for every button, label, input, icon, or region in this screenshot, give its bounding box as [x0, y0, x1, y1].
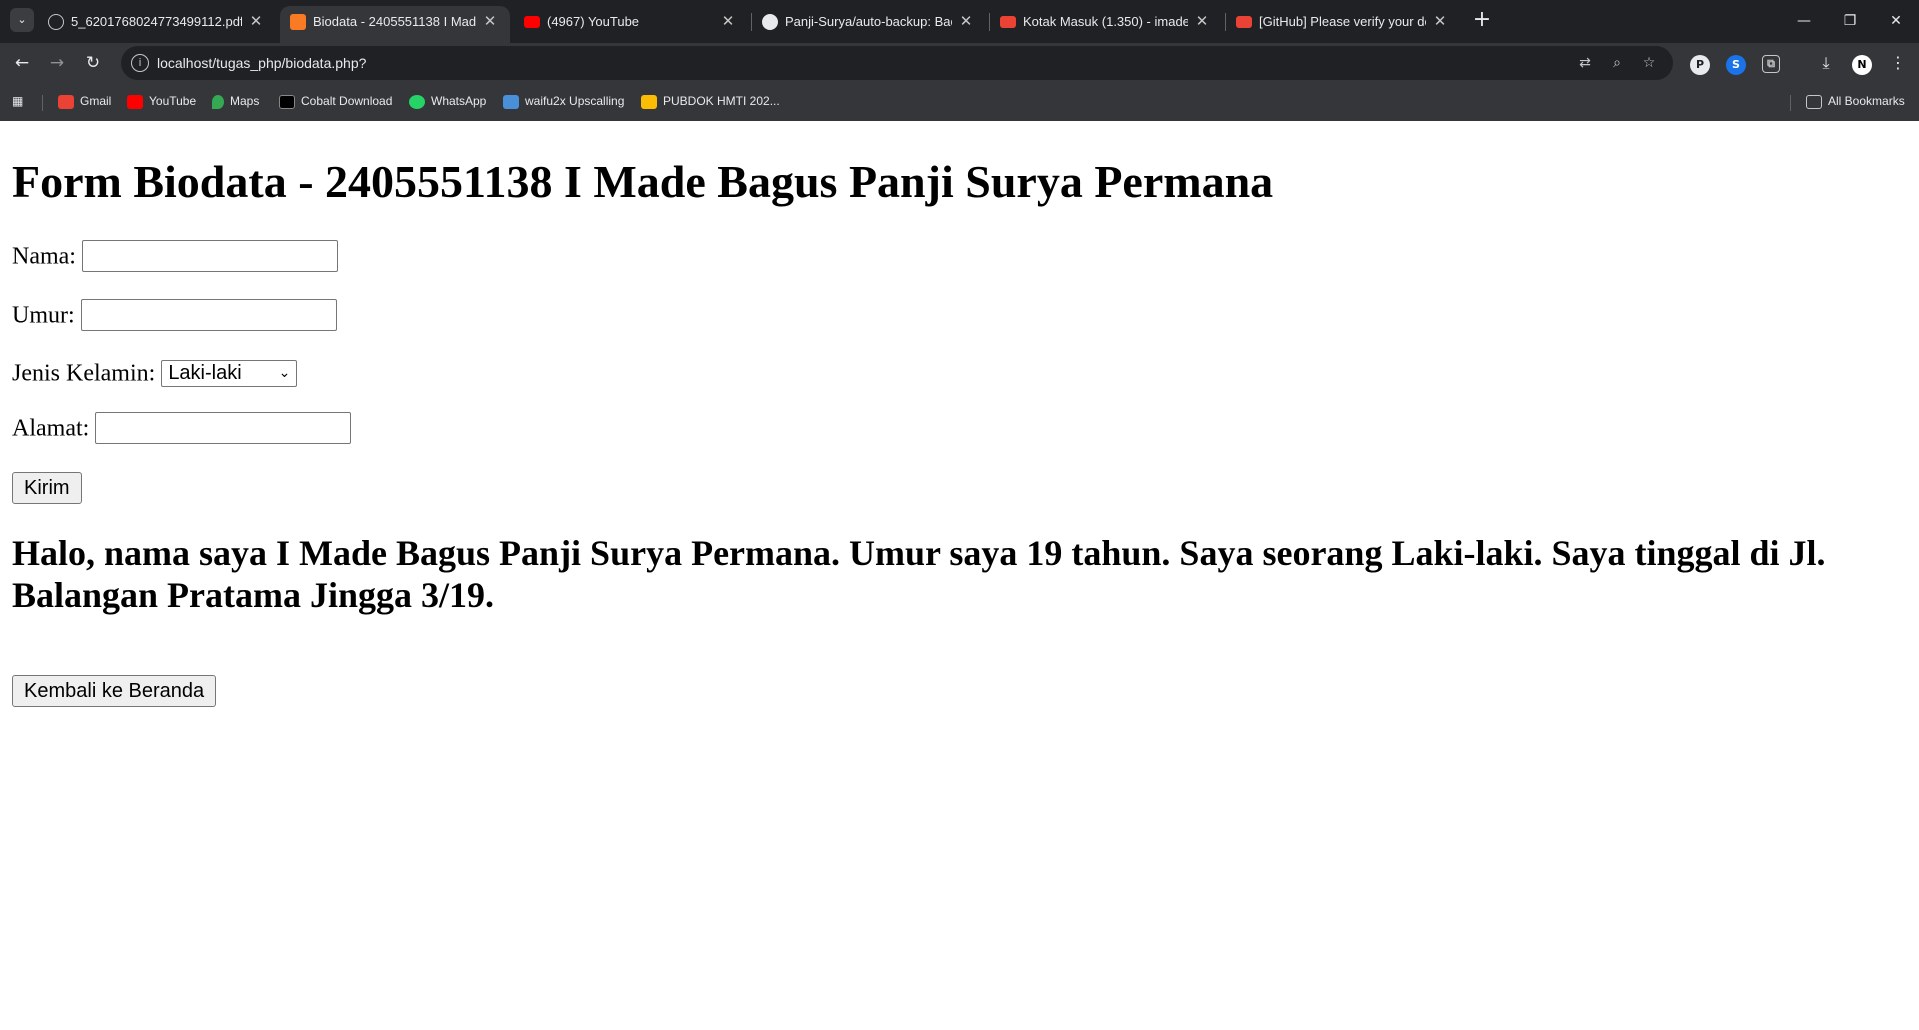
umur-row: Umur:: [12, 299, 337, 332]
tab-pdf[interactable]: 5_6201768024773499112.pdf ✕: [38, 6, 276, 43]
gmail-icon: [1000, 16, 1016, 28]
whatsapp-icon: [409, 94, 425, 109]
close-icon[interactable]: ✕: [956, 12, 976, 32]
browser-chrome: ⌄ 5_6201768024773499112.pdf ✕ Biodata - …: [0, 0, 1919, 121]
forward-icon[interactable]: →: [43, 49, 71, 77]
bookmark-pubdok[interactable]: PUBDOK HMTI 202...: [641, 91, 780, 111]
translate-icon[interactable]: ⇄: [1576, 54, 1594, 72]
tab-biodata[interactable]: Biodata - 2405551138 I Made B ✕: [280, 6, 510, 43]
folder-icon: [1806, 94, 1822, 109]
window-close-icon[interactable]: ✕: [1876, 8, 1916, 34]
bookmark-maps[interactable]: Maps: [212, 91, 259, 111]
gmail-icon: [1236, 16, 1252, 28]
reload-icon[interactable]: ↻: [79, 49, 107, 77]
alamat-row: Alamat:: [12, 412, 352, 445]
site-info-icon[interactable]: i: [131, 54, 149, 72]
extensions-icon[interactable]: ⧉: [1762, 55, 1780, 73]
new-tab-button[interactable]: +: [1469, 8, 1495, 34]
close-icon[interactable]: ✕: [1430, 12, 1450, 32]
tab-title: 5_6201768024773499112.pdf: [71, 14, 242, 29]
bookmark-label: Cobalt Download: [301, 94, 393, 108]
waifu2x-icon: [503, 94, 519, 109]
tab-github[interactable]: Panji-Surya/auto-backup: Back ✕: [752, 6, 986, 43]
bookmark-label: Maps: [230, 94, 260, 108]
page-title: Form Biodata - 2405551138 I Made Bagus P…: [12, 156, 1274, 207]
menu-icon[interactable]: ⋮: [1884, 49, 1912, 77]
bookmark-label: PUBDOK HMTI 202...: [663, 94, 780, 108]
result-message: Halo, nama saya I Made Bagus Panji Surya…: [12, 533, 1826, 615]
profile-avatar[interactable]: N: [1852, 55, 1872, 75]
youtube-icon: [524, 16, 540, 28]
bookmark-star-icon[interactable]: ☆: [1640, 54, 1658, 72]
close-icon[interactable]: ✕: [718, 12, 738, 32]
toolbar: ← → ↻ i localhost/tugas_php/biodata.php?…: [0, 43, 1919, 83]
maps-icon: [212, 94, 224, 109]
bookmarks-bar: ▦ Gmail YouTube Maps Cobalt Download Wha…: [0, 85, 1919, 115]
back-icon[interactable]: ←: [8, 49, 36, 77]
close-icon[interactable]: ✕: [246, 12, 266, 32]
jenis-kelamin-row: Jenis Kelamin: Laki-laki ⌄: [12, 357, 298, 388]
gmail-icon: [58, 94, 74, 109]
umur-label: Umur:: [12, 302, 75, 329]
tab-title: Biodata - 2405551138 I Made B: [313, 14, 476, 29]
nama-row: Nama:: [12, 240, 338, 273]
extension-s-icon[interactable]: S: [1726, 55, 1746, 75]
alamat-label: Alamat:: [12, 415, 90, 442]
bookmark-label: WhatsApp: [431, 94, 487, 108]
bookmark-waifu2x[interactable]: waifu2x Upscalling: [503, 91, 624, 111]
apps-grid-icon[interactable]: ▦: [12, 91, 23, 111]
tab-title: [GitHub] Please verify your dev: [1259, 14, 1426, 29]
jenis-kelamin-value: Laki-laki: [168, 361, 242, 384]
tab-title: (4967) YouTube: [547, 14, 640, 29]
globe-icon: [48, 14, 64, 30]
tab-title: Kotak Masuk (1.350) - imadepa: [1023, 14, 1188, 29]
zoom-icon[interactable]: ⌕: [1608, 54, 1626, 72]
back-home-button[interactable]: Kembali ke Beranda: [12, 675, 217, 707]
tab-search-button[interactable]: ⌄: [10, 8, 34, 32]
nama-label: Nama:: [12, 243, 76, 270]
youtube-icon: [127, 94, 143, 109]
submit-button[interactable]: Kirim: [12, 472, 82, 504]
bookmark-separator: [1790, 95, 1791, 111]
bookmark-youtube[interactable]: YouTube: [127, 91, 196, 111]
page-content: Form Biodata - 2405551138 I Made Bagus P…: [0, 121, 1919, 1030]
jenis-kelamin-label: Jenis Kelamin:: [12, 360, 156, 387]
bookmark-gmail[interactable]: Gmail: [58, 91, 111, 111]
nama-input[interactable]: [81, 240, 338, 273]
tab-gmail-inbox[interactable]: Kotak Masuk (1.350) - imadepa ✕: [990, 6, 1222, 43]
cobalt-icon: [279, 94, 295, 109]
url-text[interactable]: localhost/tugas_php/biodata.php?: [157, 54, 366, 72]
close-icon[interactable]: ✕: [1192, 12, 1212, 32]
address-bar[interactable]: i localhost/tugas_php/biodata.php? ⇄ ⌕ ☆: [121, 46, 1673, 80]
alamat-input[interactable]: [95, 412, 352, 445]
bookmark-cobalt[interactable]: Cobalt Download: [279, 91, 392, 111]
minimize-icon[interactable]: —: [1784, 8, 1824, 34]
bookmark-separator: [42, 95, 43, 111]
tab-youtube[interactable]: (4967) YouTube ✕: [514, 6, 748, 43]
tab-strip: ⌄ 5_6201768024773499112.pdf ✕ Biodata - …: [0, 0, 1919, 43]
extension-p-icon[interactable]: P: [1690, 55, 1710, 75]
bookmark-whatsapp[interactable]: WhatsApp: [409, 91, 486, 111]
jenis-kelamin-select[interactable]: Laki-laki ⌄: [161, 359, 298, 387]
download-icon[interactable]: ⤓: [1812, 49, 1840, 77]
tab-title: Panji-Surya/auto-backup: Back: [785, 14, 952, 29]
bookmark-label: YouTube: [149, 94, 197, 108]
tab-gmail-github[interactable]: [GitHub] Please verify your dev ✕: [1226, 6, 1460, 43]
all-bookmarks-label: All Bookmarks: [1828, 94, 1905, 108]
all-bookmarks-button[interactable]: All Bookmarks: [1806, 91, 1905, 111]
close-icon[interactable]: ✕: [480, 12, 500, 32]
xampp-icon: [290, 14, 306, 30]
github-icon: [762, 14, 778, 30]
restore-icon[interactable]: ❐: [1830, 8, 1870, 34]
bookmark-label: waifu2x Upscalling: [525, 94, 625, 108]
umur-input[interactable]: [80, 299, 337, 332]
bookmark-label: Gmail: [80, 94, 112, 108]
drive-icon: [641, 94, 657, 109]
chevron-down-icon: ⌄: [278, 364, 291, 381]
